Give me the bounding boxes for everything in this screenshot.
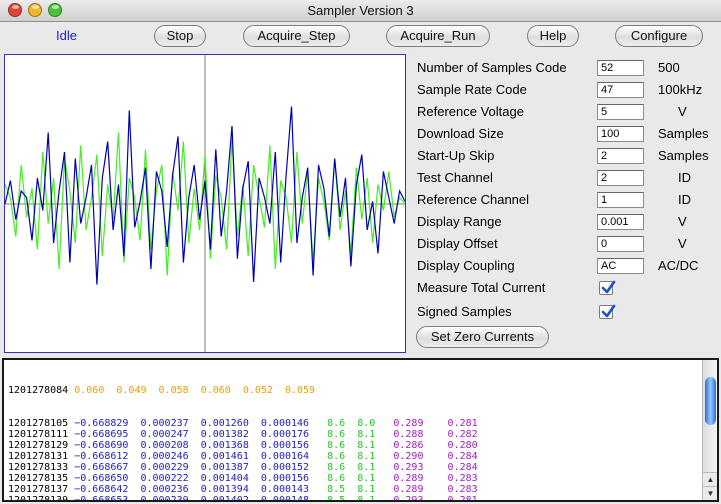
title-bar: Sampler Version 3 [0,0,721,22]
acquire-run-button[interactable]: Acquire_Run [386,25,490,47]
param-label: Display Coupling [417,258,515,273]
param-unit: ID [678,170,691,185]
log-row: 1201278135 −0.668650 0.000222 0.001404 0… [8,473,478,484]
log-header-row: 1201278084 0.060 0.049 0.058 0.060 0.052… [8,385,478,396]
param-input[interactable] [597,236,644,252]
log-blue-values: −0.668642 0.000236 0.001394 0.000143 [74,484,310,495]
check-label: Signed Samples [417,304,512,319]
log-timestamp: 1201278135 [8,473,69,484]
param-label: Download Size [417,126,504,141]
log-timestamp: 1201278129 [8,440,69,451]
log-purple-values: 0.289 0.281 [393,418,478,429]
param-input[interactable] [597,126,644,142]
log-row: 1201278111 −0.668695 0.000247 0.001382 0… [8,429,478,440]
scroll-thumb[interactable] [705,377,716,425]
log-timestamp: 1201278111 [8,429,69,440]
param-input[interactable] [597,60,644,76]
log-purple-values: 0.286 0.280 [393,440,478,451]
log-green-values: 8.6 8.1 [327,440,376,451]
scroll-up-icon[interactable]: ▲ [703,472,717,486]
param-input[interactable] [597,104,644,120]
log-timestamp: 1201278131 [8,451,69,462]
param-input[interactable] [597,258,644,274]
log-blue-values: −0.668612 0.000246 0.001461 0.000164 [74,451,310,462]
log-blue-values: −0.668653 0.000239 0.001402 0.000148 [74,495,310,502]
param-unit: Samples [658,148,709,163]
param-label: Display Offset [417,236,498,251]
log-green-values: 8.5 8.1 [327,484,376,495]
param-label: Number of Samples Code [417,60,567,75]
checkbox[interactable] [599,304,616,319]
stop-button[interactable]: Stop [154,25,206,47]
param-input[interactable] [597,148,644,164]
log-purple-values: 0.290 0.284 [393,451,478,462]
log-green-values: 8.6 8.1 [327,462,376,473]
check-label: Measure Total Current [417,280,546,295]
log-green-values: 8.6 8.0 [327,418,376,429]
log-green-values: 8.6 8.1 [327,429,376,440]
param-label: Reference Channel [417,192,530,207]
status-text: Idle [56,28,77,43]
param-label: Test Channel [417,170,493,185]
log-scrollbar[interactable]: ▲ ▼ [702,360,717,500]
log-header-values: 0.060 0.049 0.058 0.060 0.052 0.059 [74,385,316,396]
sampler-window: Sampler Version 3 Idle Stop Acquire_Step… [0,0,721,504]
param-unit: V [678,104,687,119]
param-input[interactable] [597,82,644,98]
log-purple-values: 0.293 0.284 [393,462,478,473]
log-timestamp: 1201278139 [8,495,69,502]
log-blue-values: −0.668690 0.000208 0.001368 0.000156 [74,440,310,451]
log-timestamp: 1201278084 [8,385,69,396]
log-purple-values: 0.289 0.283 [393,484,478,495]
param-unit: ID [678,192,691,207]
param-unit: AC/DC [658,258,699,273]
param-unit: V [678,236,687,251]
param-label: Reference Voltage [417,104,524,119]
set-zero-currents-button[interactable]: Set Zero Currents [416,326,549,348]
log-blue-values: −0.668695 0.000247 0.001382 0.000176 [74,429,310,440]
param-unit: 500 [658,60,680,75]
waveform-canvas [4,55,406,352]
param-label: Display Range [417,214,502,229]
log-row: 1201278105 −0.668829 0.000237 0.001260 0… [8,418,478,429]
log-row: 1201278133 −0.668667 0.000229 0.001387 0… [8,462,478,473]
acquire-step-button[interactable]: Acquire_Step [243,25,350,47]
log-row: 1201278131 −0.668612 0.000246 0.001461 0… [8,451,478,462]
log-blue-values: −0.668829 0.000237 0.001260 0.000146 [74,418,310,429]
log-timestamp: 1201278133 [8,462,69,473]
log-row: 1201278129 −0.668690 0.000208 0.001368 0… [8,440,478,451]
param-input[interactable] [597,192,644,208]
log-green-values: 8.6 8.1 [327,451,376,462]
log-row: 1201278139 −0.668653 0.000239 0.001402 0… [8,495,478,502]
checkbox[interactable] [599,280,616,295]
param-unit: 100kHz [658,82,703,97]
log-purple-values: 0.288 0.282 [393,429,478,440]
help-button[interactable]: Help [527,25,579,47]
scroll-down-icon[interactable]: ▼ [703,486,717,500]
output-log[interactable]: 1201278084 0.060 0.049 0.058 0.060 0.052… [2,358,719,502]
log-row: 1201278137 −0.668642 0.000236 0.001394 0… [8,484,478,495]
configure-button[interactable]: Configure [615,25,703,47]
param-input[interactable] [597,170,644,186]
log-lines: 1201278084 0.060 0.049 0.058 0.060 0.052… [8,363,478,502]
param-unit: V [678,214,687,229]
param-label: Sample Rate Code [417,82,527,97]
log-purple-values: 0.293 0.281 [393,495,478,502]
log-blue-values: −0.668650 0.000222 0.001404 0.000156 [74,473,310,484]
log-green-values: 8.5 8.1 [327,495,376,502]
waveform-plot [4,54,406,353]
window-title: Sampler Version 3 [307,3,414,18]
param-input[interactable] [597,214,644,230]
checkmark-icon [601,280,616,294]
log-timestamp: 1201278137 [8,484,69,495]
log-blue-values: −0.668667 0.000229 0.001387 0.000152 [74,462,310,473]
param-label: Start-Up Skip [417,148,495,163]
checkmark-icon [601,304,616,318]
param-unit: Samples [658,126,709,141]
log-timestamp: 1201278105 [8,418,69,429]
log-green-values: 8.6 8.1 [327,473,376,484]
log-purple-values: 0.289 0.283 [393,473,478,484]
